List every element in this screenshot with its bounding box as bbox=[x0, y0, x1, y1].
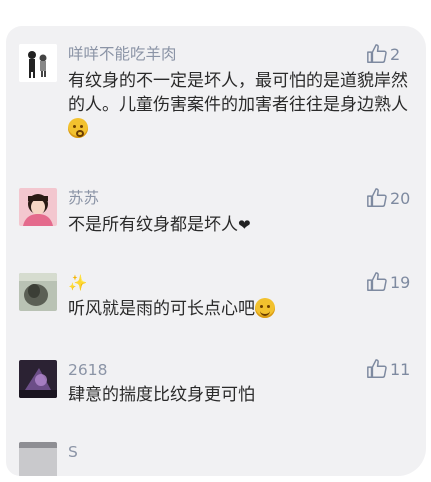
like-button[interactable]: 2 bbox=[366, 43, 400, 65]
thumbs-up-icon bbox=[367, 359, 387, 378]
comment-body: 听风就是雨的可长点心吧 bbox=[68, 299, 255, 319]
thumbs-up-icon bbox=[367, 272, 387, 291]
avatar[interactable] bbox=[19, 44, 57, 82]
avatar[interactable] bbox=[19, 273, 57, 311]
comment-text: 不是所有纹身都是坏人❤ bbox=[68, 213, 418, 237]
username[interactable]: 苏苏 bbox=[68, 188, 99, 208]
smiling-face-icon bbox=[255, 298, 275, 318]
avatar[interactable] bbox=[19, 442, 57, 476]
username[interactable]: 2618 bbox=[68, 360, 107, 380]
like-count: 20 bbox=[390, 188, 411, 208]
comments-panel: 咩咩不能吃羊肉 2 有纹身的不一定是坏人，最可怕的是道貌岸然的人。儿童伤害案件的… bbox=[6, 26, 426, 476]
like-button[interactable]: 19 bbox=[366, 271, 410, 293]
avatar[interactable] bbox=[19, 188, 57, 226]
username[interactable]: S bbox=[68, 442, 78, 462]
like-button[interactable]: 20 bbox=[366, 187, 410, 209]
avatar[interactable] bbox=[19, 360, 57, 398]
username[interactable]: ✨ bbox=[68, 273, 87, 293]
comment-text: 听风就是雨的可长点心吧 bbox=[68, 297, 418, 321]
comment-text: 有纹身的不一定是坏人，最可怕的是道貌岸然的人。儿童伤害案件的加害者往往是身边熟人 bbox=[68, 69, 418, 141]
heart-icon: ❤ bbox=[238, 216, 251, 234]
thumbs-up-icon bbox=[367, 44, 387, 63]
smiling-face-icon bbox=[68, 118, 88, 138]
like-count: 11 bbox=[390, 359, 411, 379]
thumbs-up-icon bbox=[367, 188, 387, 207]
like-count: 19 bbox=[390, 272, 411, 292]
comment-body: 肆意的揣度比纹身更可怕 bbox=[68, 385, 255, 405]
like-count: 2 bbox=[390, 44, 401, 64]
comment-body: 不是所有纹身都是坏人 bbox=[68, 215, 238, 235]
comment-text: 肆意的揣度比纹身更可怕 bbox=[68, 383, 418, 407]
comment-body: 有纹身的不一定是坏人，最可怕的是道貌岸然的人。儿童伤害案件的加害者往往是身边熟人 bbox=[68, 71, 408, 115]
username[interactable]: 咩咩不能吃羊肉 bbox=[68, 44, 177, 64]
like-button[interactable]: 11 bbox=[366, 358, 410, 380]
